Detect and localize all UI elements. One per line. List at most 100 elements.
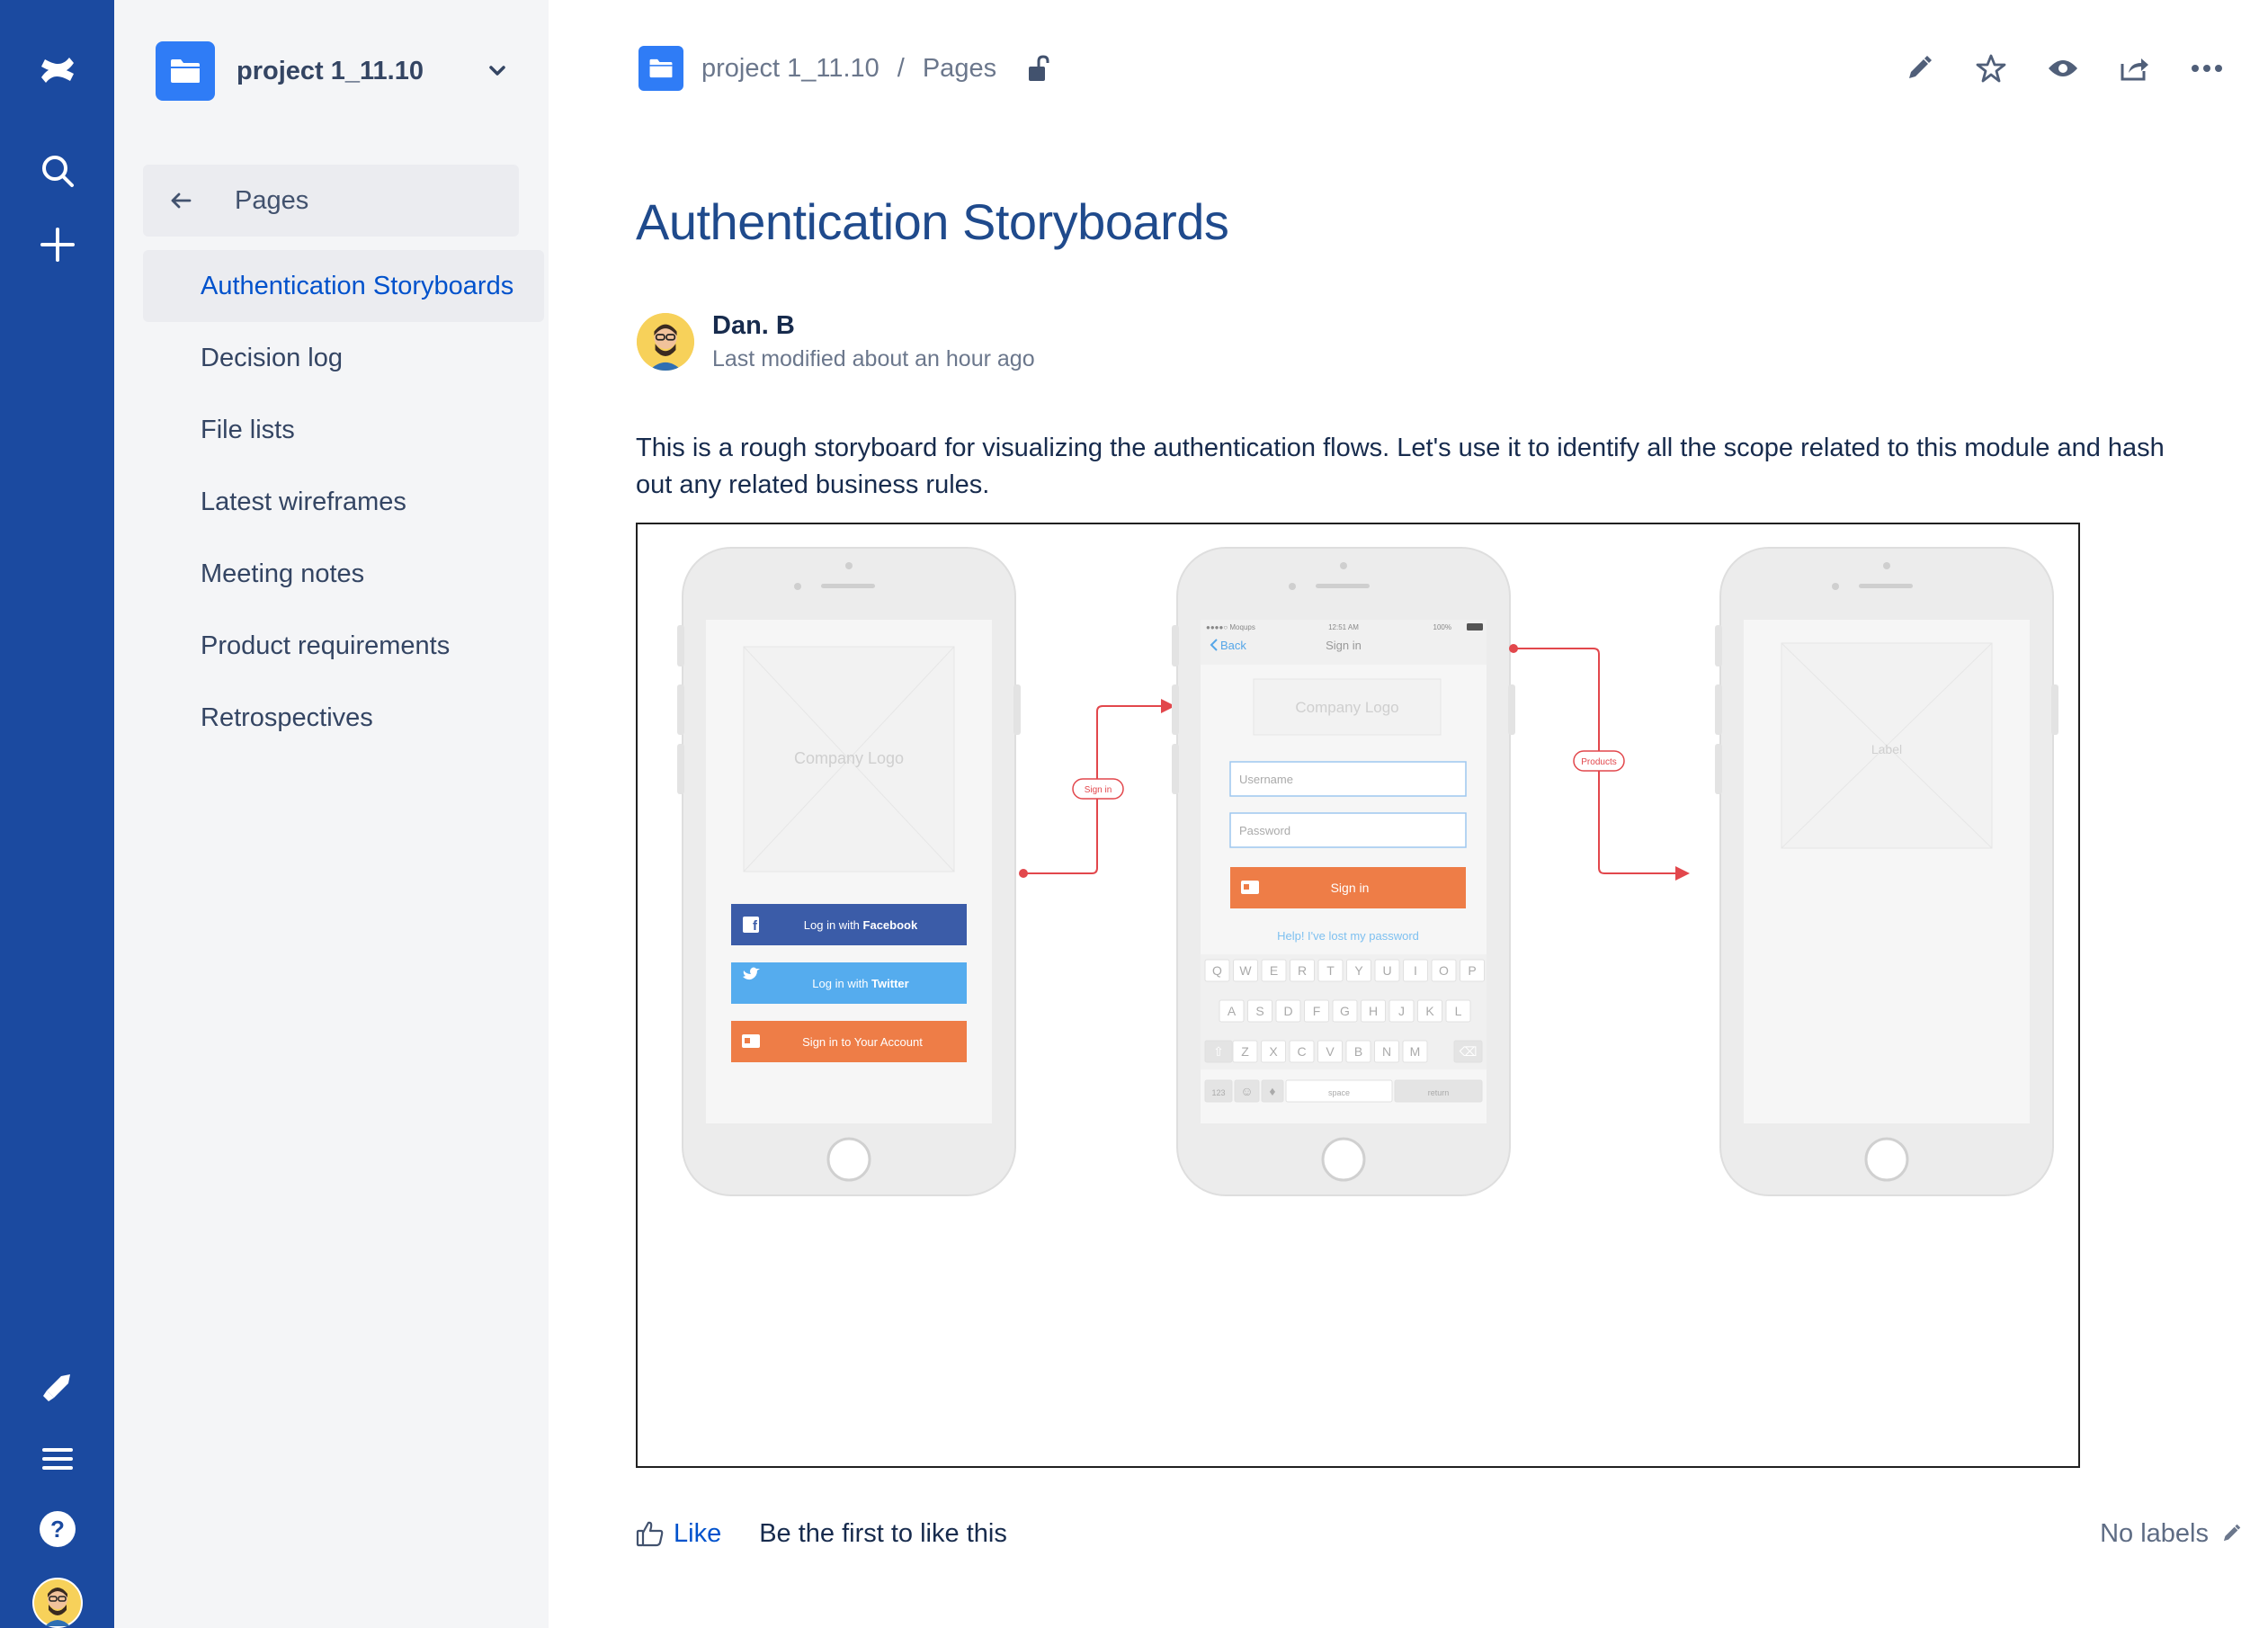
pages-back-button[interactable]: Pages <box>143 165 519 237</box>
confluence-app: ? project 1_11.10 Pages Authentication S… <box>0 0 2268 1628</box>
confluence-logo-icon[interactable] <box>0 43 114 97</box>
storyboard-image[interactable]: Company Logo f Log in with Facebook Log … <box>636 523 2080 1468</box>
keyboard-key-label: E <box>1270 963 1278 978</box>
more-icon[interactable] <box>2171 45 2243 92</box>
keyboard-key-label: H <box>1369 1004 1378 1018</box>
keyboard-key-label: M <box>1410 1044 1421 1059</box>
keyboard-key-label: ⇧ <box>1213 1044 1224 1059</box>
keyboard-key-label: A <box>1228 1004 1237 1018</box>
keyboard-key-label: L <box>1455 1004 1462 1018</box>
page-byline: Dan. B Last modified about an hour ago <box>637 311 1035 372</box>
keyboard-key-label: D <box>1283 1004 1292 1018</box>
svg-text:Company Logo: Company Logo <box>1295 699 1398 716</box>
svg-text:●●●●○ Moqups: ●●●●○ Moqups <box>1206 623 1255 631</box>
svg-text:Back: Back <box>1220 639 1246 652</box>
keyboard-key-label: G <box>1340 1004 1350 1018</box>
profile-avatar[interactable] <box>0 1576 114 1628</box>
global-navigation: ? <box>0 0 114 1628</box>
svg-text:Label: Label <box>1871 742 1902 756</box>
keyboard-key-label: C <box>1297 1044 1306 1059</box>
keyboard-key-label: F <box>1313 1004 1321 1018</box>
logo-placeholder-text: Company Logo <box>794 749 904 767</box>
menu-icon[interactable] <box>0 1432 114 1486</box>
svg-text:Sign in: Sign in <box>1085 785 1112 795</box>
author-avatar[interactable] <box>637 313 694 371</box>
thumbs-up-icon <box>636 1520 665 1547</box>
chevron-down-icon[interactable] <box>479 65 515 77</box>
svg-text:Sign in to Your Account: Sign in to Your Account <box>802 1035 923 1049</box>
create-icon[interactable] <box>0 218 114 272</box>
unlock-icon[interactable] <box>1027 54 1050 83</box>
space-sidebar: project 1_11.10 Pages Authentication Sto… <box>114 0 549 1628</box>
arrow-left-icon <box>170 192 224 210</box>
folder-icon <box>638 46 683 91</box>
keyboard-key-label: T <box>1326 963 1335 978</box>
svg-text:?: ? <box>50 1516 65 1543</box>
like-button[interactable]: Like <box>636 1519 721 1549</box>
keyboard-key-label: U <box>1382 963 1391 978</box>
edit-icon[interactable] <box>1883 45 1955 92</box>
keyboard-key-label: ⌫ <box>1460 1044 1478 1059</box>
space-name: project 1_11.10 <box>237 56 424 85</box>
like-section: Like Be the first to like this <box>636 1514 1007 1553</box>
help-icon[interactable]: ? <box>0 1502 114 1556</box>
like-note: Be the first to like this <box>759 1518 1007 1548</box>
phone-login-options: Company Logo f Log in with Facebook Log … <box>677 547 1021 1196</box>
keyboard-key-label: V <box>1326 1044 1335 1059</box>
breadcrumb-pages-link[interactable]: Pages <box>923 54 996 84</box>
page-tree-item[interactable]: Decision log <box>143 322 548 394</box>
edit-labels-icon[interactable] <box>2221 1524 2241 1543</box>
breadcrumb: project 1_11.10 / Pages <box>638 45 1050 92</box>
space-header[interactable]: project 1_11.10 <box>156 41 515 101</box>
page-tree: Authentication Storyboards Decision log … <box>143 250 548 754</box>
author-name[interactable]: Dan. B <box>712 311 1035 341</box>
watch-icon[interactable] <box>2027 45 2099 92</box>
page-tree-item[interactable]: File lists <box>143 394 548 466</box>
svg-text:Log in with Facebook: Log in with Facebook <box>804 918 918 932</box>
keyboard-key-label: W <box>1239 963 1252 978</box>
keyboard-key-label: 123 <box>1211 1088 1225 1097</box>
like-label: Like <box>674 1518 722 1548</box>
page-title: Authentication Storyboards <box>636 193 1229 250</box>
keyboard-key-label: X <box>1269 1044 1278 1059</box>
keyboard-key-label: R <box>1298 963 1307 978</box>
page-tree-item[interactable]: Authentication Storyboards <box>143 250 544 322</box>
keyboard-key-label: ♦ <box>1269 1084 1275 1098</box>
svg-text:12:51 AM: 12:51 AM <box>1328 623 1359 631</box>
keyboard-key-label: P <box>1468 963 1476 978</box>
svg-text:100%: 100% <box>1433 623 1451 631</box>
phone-products: Label <box>1715 547 2058 1196</box>
page-tree-item[interactable]: Product requirements <box>143 610 548 682</box>
connector-products: Products <box>1509 644 1690 881</box>
keyboard-key-label: O <box>1439 963 1449 978</box>
last-modified[interactable]: Last modified about an hour ago <box>712 346 1035 372</box>
keyboard-key-label: N <box>1382 1044 1391 1059</box>
page-tree-item[interactable]: Latest wireframes <box>143 466 548 538</box>
svg-text:Products: Products <box>1581 757 1616 767</box>
keyboard-key-label: B <box>1354 1044 1362 1059</box>
page-body-text: This is a rough storyboard for visualizi… <box>636 434 2165 499</box>
storyboard-drawing: Company Logo f Log in with Facebook Log … <box>677 547 2058 1196</box>
notifications-icon[interactable] <box>0 1360 114 1414</box>
page-tree-item[interactable]: Retrospectives <box>143 682 548 754</box>
search-icon[interactable] <box>0 144 114 198</box>
keyboard-key-label: Z <box>1241 1044 1249 1059</box>
page-tree-item[interactable]: Meeting notes <box>143 538 548 610</box>
svg-text:Username: Username <box>1239 773 1293 786</box>
phone-sign-in-form: ●●●●○ Moqups 12:51 AM 100% Back Sign in … <box>1172 547 1515 1196</box>
keyboard-key-label: ☺ <box>1240 1084 1253 1098</box>
labels-section: No labels <box>2100 1514 2241 1553</box>
svg-text:Sign in: Sign in <box>1326 639 1362 652</box>
star-icon[interactable] <box>1955 45 2027 92</box>
svg-text:Sign in: Sign in <box>1331 881 1370 895</box>
page-toolbar <box>1883 45 2243 92</box>
keyboard-key-label: J <box>1398 1004 1405 1018</box>
keyboard-key-label: return <box>1428 1088 1450 1097</box>
keyboard-key-label: space <box>1328 1088 1350 1097</box>
pages-label: Pages <box>235 185 309 215</box>
breadcrumb-space-link[interactable]: project 1_11.10 <box>701 54 880 84</box>
share-icon[interactable] <box>2099 45 2171 92</box>
keyboard-key-label: I <box>1414 963 1417 978</box>
folder-icon <box>156 41 215 101</box>
svg-text:Password: Password <box>1239 824 1290 837</box>
